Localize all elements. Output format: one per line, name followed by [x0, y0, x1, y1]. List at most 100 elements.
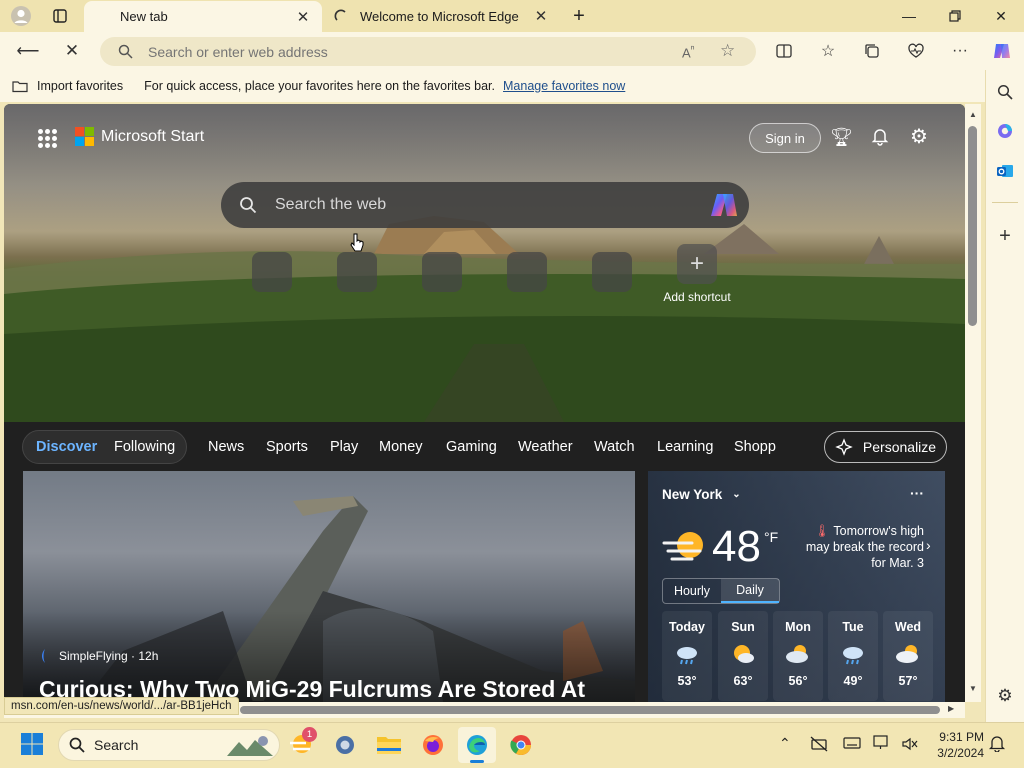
- close-icon: ✕: [64, 41, 80, 60]
- sidebar-add-button[interactable]: +: [986, 220, 1024, 252]
- scroll-right-arrow-icon[interactable]: ▶: [948, 704, 954, 713]
- forecast-day[interactable]: Mon 56°: [773, 611, 823, 701]
- manage-favorites-link[interactable]: Manage favorites now: [503, 79, 625, 93]
- sidebar-settings-button[interactable]: ⚙: [986, 680, 1024, 712]
- address-input[interactable]: [148, 43, 648, 60]
- forecast-day[interactable]: Today 53°: [662, 611, 712, 701]
- close-tab-icon[interactable]: ✕: [294, 8, 312, 26]
- address-bar[interactable]: Aⁿ ☆: [100, 37, 756, 66]
- favorite-star-icon[interactable]: ☆: [720, 41, 735, 61]
- taskbar-edge[interactable]: [458, 727, 496, 763]
- clock[interactable]: 9:31 PM 3/2/2024: [924, 729, 984, 761]
- daily-tab[interactable]: Daily: [721, 579, 779, 603]
- minimize-button[interactable]: —: [886, 0, 932, 32]
- microsoft-start-logo[interactable]: Microsoft Start: [75, 127, 204, 146]
- taskbar-widgets[interactable]: 1: [282, 727, 320, 763]
- add-shortcut-button[interactable]: +: [677, 244, 717, 284]
- feed-tab-weather[interactable]: Weather: [518, 430, 573, 464]
- forecast-day[interactable]: Sun 63°: [718, 611, 768, 701]
- tray-display-network[interactable]: [873, 735, 893, 754]
- favorites-button[interactable]: ☆: [812, 36, 844, 66]
- gear-icon: ⚙: [910, 126, 928, 148]
- search-icon: [997, 84, 1013, 100]
- settings-more-button[interactable]: ···: [944, 36, 976, 66]
- sidebar-outlook-app[interactable]: [986, 155, 1024, 187]
- page-settings-button[interactable]: ⚙: [910, 124, 928, 149]
- back-button[interactable]: ⟵: [12, 36, 44, 66]
- tray-volume-icon[interactable]: [902, 736, 918, 755]
- import-favorites-button[interactable]: Import favorites: [12, 79, 123, 93]
- sidebar-copilot-app[interactable]: [986, 115, 1024, 147]
- bell-icon: [871, 129, 889, 146]
- scrollbar-thumb[interactable]: [240, 706, 940, 714]
- forecast-day[interactable]: Tue 49°: [828, 611, 878, 701]
- personalize-button[interactable]: Personalize: [824, 431, 947, 463]
- collections-icon: [865, 44, 879, 58]
- tab-actions-button[interactable]: [48, 6, 72, 26]
- feed-tab-money[interactable]: Money: [379, 430, 423, 464]
- feed-tab-discover[interactable]: Discover: [36, 430, 97, 464]
- restore-button[interactable]: [932, 0, 978, 32]
- sign-in-button[interactable]: Sign in: [749, 123, 821, 153]
- taskbar-chrome[interactable]: [502, 727, 540, 763]
- feed-tab-following[interactable]: Following: [114, 430, 175, 464]
- scrollbar-thumb[interactable]: [968, 126, 977, 326]
- taskbar-settings-app[interactable]: [326, 727, 364, 763]
- rewards-button[interactable]: 🏆︎: [830, 127, 853, 148]
- tray-network-icon[interactable]: [810, 736, 828, 755]
- scroll-up-arrow-icon[interactable]: ▲: [969, 110, 977, 119]
- read-aloud-icon[interactable]: Aⁿ: [682, 43, 695, 60]
- weather-location-selector[interactable]: New York ⌄: [662, 487, 741, 502]
- close-window-button[interactable]: ✕: [978, 0, 1024, 32]
- taskbar-search[interactable]: Search: [58, 729, 280, 761]
- taskbar-file-explorer[interactable]: [370, 727, 408, 763]
- collections-button[interactable]: [856, 36, 888, 66]
- scroll-down-arrow-icon[interactable]: ▼: [969, 684, 977, 693]
- notifications-button[interactable]: [870, 126, 890, 149]
- tray-keyboard-icon[interactable]: [843, 736, 861, 753]
- copilot-button[interactable]: [986, 36, 1018, 66]
- copilot-icon[interactable]: [709, 191, 739, 219]
- shortcut-tile[interactable]: [422, 252, 462, 292]
- search-placeholder: Search the web: [275, 196, 387, 213]
- shortcut-tile[interactable]: [507, 252, 547, 292]
- feed-tab-news[interactable]: News: [208, 430, 244, 464]
- microsoft365-icon: [998, 124, 1012, 138]
- taskbar-firefox[interactable]: [414, 727, 452, 763]
- trophy-icon: 🏆︎: [830, 127, 853, 147]
- vertical-scrollbar[interactable]: ▲ ▼: [965, 104, 981, 702]
- feed-tab-sports[interactable]: Sports: [266, 430, 308, 464]
- stop-loading-button[interactable]: ✕: [56, 36, 88, 66]
- start-button[interactable]: [20, 732, 44, 759]
- sunny-wind-icon: [662, 532, 703, 561]
- shortcut-tile[interactable]: [592, 252, 632, 292]
- plus-icon: +: [689, 250, 704, 277]
- shortcut-tile[interactable]: [252, 252, 292, 292]
- news-card[interactable]: SimpleFlying · 12h Curious: Why Two MiG-…: [23, 471, 635, 702]
- web-search-box[interactable]: Search the web: [221, 182, 749, 228]
- hourly-tab[interactable]: Hourly: [663, 579, 721, 603]
- feed-tab-shopping[interactable]: Shopp: [734, 430, 776, 464]
- feed-tab-gaming[interactable]: Gaming: [446, 430, 497, 464]
- notification-center-button[interactable]: [988, 734, 1006, 755]
- tab-new-tab[interactable]: New tab ✕: [84, 1, 322, 32]
- feed-tab-watch[interactable]: Watch: [594, 430, 635, 464]
- sidebar-search-button[interactable]: [986, 76, 1024, 108]
- shortcut-tile[interactable]: [337, 252, 377, 292]
- forecast-day[interactable]: Wed 57°: [883, 611, 933, 701]
- split-screen-button[interactable]: [768, 36, 800, 66]
- weather-alert[interactable]: 🌡︎ Tomorrow's high may break the record …: [800, 523, 924, 571]
- show-hidden-icons-button[interactable]: ⌃: [779, 735, 791, 752]
- app-launcher-button[interactable]: [38, 129, 57, 148]
- tab-welcome-edge[interactable]: Welcome to Microsoft Edge ✕: [324, 0, 560, 32]
- personalize-label: Personalize: [862, 439, 937, 455]
- feed-tab-learning[interactable]: Learning: [657, 430, 713, 464]
- close-tab-icon[interactable]: ✕: [532, 7, 550, 25]
- feed-tab-play[interactable]: Play: [330, 430, 358, 464]
- chevron-right-icon[interactable]: ›: [926, 537, 931, 553]
- weather-card[interactable]: New York ⌄ ··· 48 °F 🌡︎ Tomorrow's high …: [648, 471, 945, 702]
- browser-essentials-button[interactable]: [900, 36, 932, 66]
- profile-avatar[interactable]: [8, 4, 34, 28]
- new-tab-button[interactable]: +: [566, 4, 592, 28]
- weather-more-button[interactable]: ···: [910, 485, 924, 501]
